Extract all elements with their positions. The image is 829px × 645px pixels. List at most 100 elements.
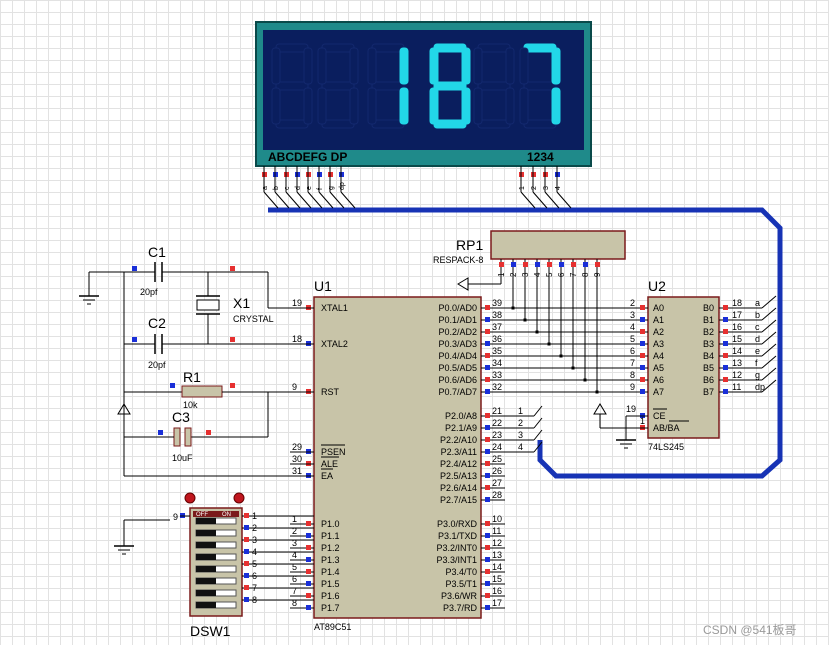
u1-pin-name: P2.0/A8 [445,411,477,421]
u2-pin-number: 4 [630,322,635,332]
display-digit-pin-label: 1 [519,186,526,190]
u2-pin-name: A5 [653,363,664,373]
seven-segment-display[interactable]: ABCDEFG DP 1234 a b c d e f g dp 1 2 3 4 [255,21,592,192]
segment-d [433,119,467,129]
oscillator-circuit[interactable]: C1 20pf X1 CRYSTAL C2 20pf R1 10k C3 10u… [79,244,314,477]
segment-b [505,47,515,85]
u1-pin-name: P0.2/AD2 [438,327,477,337]
u1-pin-name: P3.0/RXD [437,519,478,529]
rp1-resistor-pack[interactable]: RP1 RESPACK-8 123456789 [433,230,626,291]
segment-f [271,47,281,85]
u1-ref: U1 [314,278,332,294]
segment-f [519,47,529,85]
u2-pin-name: A1 [653,315,664,325]
digit-label: 1234 [527,150,554,164]
segment-g [477,81,511,91]
dsw1-pin-label: 8 [252,595,257,605]
display-pin-label: e [306,186,313,190]
segment-e [519,87,529,125]
u2-pin-name: B3 [703,339,714,349]
u1-pin-name: P2.3/A11 [441,447,477,457]
u2-pin-name: A4 [653,351,664,361]
segment-e [271,87,281,125]
dsw1-switch-lever [196,554,216,560]
u2-pin-number: 3 [630,310,635,320]
u1-pin-name: P1.0 [321,519,340,529]
segment-f [473,47,483,85]
u2-pin-number: 5 [630,334,635,344]
rp1-ref: RP1 [456,237,483,253]
p2-wire-label: 2 [518,418,523,428]
u1-pin-name: P1.2 [321,543,340,553]
segment-c [399,87,409,125]
u2-pin-number: 19 [626,404,636,414]
dsw1-pin-label: 4 [252,547,257,557]
display-digit-pin-label: 3 [543,186,550,190]
u2-pin-number: 11 [732,382,741,392]
u1-pin-number: 18 [292,334,302,344]
u1-pin-number: 11 [492,526,501,536]
segment-b [551,47,561,85]
u2-net-label: b [755,310,760,320]
u1-microcontroller[interactable]: U1 AT89C51 19 XTAL1 18 XTAL2 9 RST 29 PSEN 30 ALE… [290,278,543,632]
u1-pin-number: 30 [292,454,302,464]
x1-ref: X1 [233,295,250,311]
u2-pin-name: A2 [653,327,664,337]
u2-pin-number: 17 [732,310,742,320]
display-pin-label: a [262,186,269,190]
dsw1-dip-switch[interactable]: OFF ON DSW1 9 1 2 3 4 5 6 7 8 [114,492,314,639]
u1-pin-name: P0.5/AD5 [438,363,477,373]
dsw1-knob-right [233,492,245,504]
segment-e [367,87,377,125]
u1-pin-number: 36 [492,334,502,344]
u1-pin-number: 25 [492,454,502,464]
u1-pin-name: P0.6/AD6 [438,375,477,385]
u1-pin-name: P3.3/INT1 [436,555,477,565]
u2-pin-number: 8 [630,370,635,380]
u2-net-label: g [755,370,760,380]
u1-pin-name: P0.3/AD3 [438,339,477,349]
rp1-vcc-arrow [457,277,469,291]
display-pin-label: c [284,186,291,190]
u2-pin-name: B6 [703,375,714,385]
u1-pin-number: 12 [492,538,502,548]
u2-pin-name: B7 [703,387,714,397]
schematic-canvas[interactable]: { "display": { "digits": ["", "", "1", "… [0,0,829,645]
u1-pin-number: 29 [292,442,302,452]
segment-g [275,81,309,91]
segment-b [399,47,409,85]
u1-pin-number: 23 [492,430,502,440]
u1-pin-name: P0.0/AD0 [438,303,477,313]
dsw1-knob-left [184,492,196,504]
display-pin-label: d [295,186,302,190]
u1-pin-name: P3.4/T0 [445,567,477,577]
p2-wire-label: 3 [518,430,523,440]
u1-pin-number: 37 [492,322,502,332]
u2-pin-name: CE [653,411,666,421]
dsw1-ref: DSW1 [190,623,231,639]
display-pin-label: f [317,188,324,190]
display-pin-label: b [273,186,280,190]
segment-c [349,87,359,125]
u2-pin-name: A0 [653,303,664,313]
u2-net-label: c [755,322,760,332]
display-wiring [263,191,572,209]
u1-part: AT89C51 [314,622,351,632]
u2-bus-transceiver[interactable]: U2 74LS245 2 A0 3 A1 4 A2 5 A3 6 A4 7 A5 8 A6 9 A7 18 B0 a… [624,278,765,452]
u1-pin-number: 19 [292,298,302,308]
display-digit-pin-label: 4 [555,186,562,190]
u2-pin-name: B1 [703,315,714,325]
rp1-value: RESPACK-8 [433,255,483,265]
u1-pin-name: P2.7/A15 [440,495,477,505]
u1-pin-number: 14 [492,562,502,572]
segment-c [303,87,313,125]
segment-d [477,119,511,129]
u1-pin-number: 15 [492,574,502,584]
display-pin-label: g [328,186,335,190]
c1-value: 20pf [140,287,158,297]
u1-pin-name: P0.1/AD1 [438,315,477,325]
u1-pin-number: 13 [492,550,502,560]
u2-pin-name: B5 [703,363,714,373]
c3-ref: C3 [172,409,190,425]
segment-d [321,119,355,129]
